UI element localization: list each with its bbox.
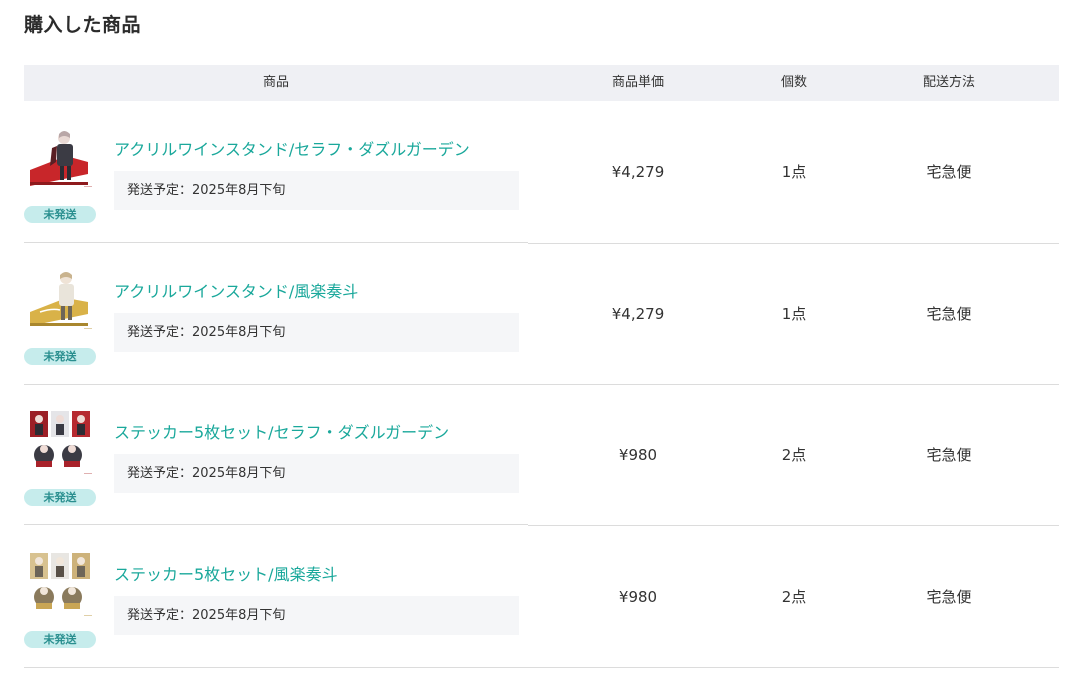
status-badge: 未発送 [24, 348, 96, 365]
row-divider [24, 667, 528, 668]
status-badge: 未発送 [24, 489, 96, 506]
row-divider [528, 525, 1059, 526]
row-divider [24, 524, 528, 525]
product-name-link[interactable]: アクリルワインスタンド/セラフ・ダズルガーデン [114, 136, 470, 160]
purchased-items-page: 購入した商品 商品 商品単価 個数 配送方法 未発送 アクリルワインスタンド/セ… [0, 0, 1069, 687]
product-name-link[interactable]: アクリルワインスタンド/風楽奏斗 [114, 278, 358, 302]
table-row: 未発送 ステッカー5枚セット/風楽奏斗 発送予定：2025年8月下旬 ¥980 … [24, 527, 1059, 668]
section-title: 購入した商品 [24, 14, 142, 36]
ship-schedule-text: 発送予定：2025年8月下旬 [127, 325, 286, 340]
sticker-set-red-thumbnail[interactable] [26, 409, 94, 477]
product-name-link[interactable]: ステッカー5枚セット/セラフ・ダズルガーデン [114, 419, 449, 443]
ship-schedule-text: 発送予定：2025年8月下旬 [127, 608, 286, 623]
acrylic-stand-red-thumbnail[interactable] [26, 126, 94, 194]
shipping-method: 宅急便 [926, 446, 972, 464]
row-divider [24, 242, 528, 243]
header-shipping-method: 配送方法 [922, 75, 975, 90]
quantity: 2点 [781, 446, 807, 464]
row-divider [528, 667, 1059, 668]
shipping-method: 宅急便 [926, 588, 972, 606]
acrylic-stand-gold-thumbnail[interactable] [26, 268, 94, 336]
ship-schedule-text: 発送予定：2025年8月下旬 [127, 183, 286, 198]
status-badge: 未発送 [24, 206, 96, 223]
table-row: 未発送 アクリルワインスタンド/風楽奏斗 発送予定：2025年8月下旬 ¥4,2… [24, 244, 1059, 385]
quantity: 1点 [781, 163, 807, 181]
ship-schedule-box: 発送予定：2025年8月下旬 [114, 171, 519, 210]
shipping-method: 宅急便 [926, 305, 972, 323]
table-row: 未発送 アクリルワインスタンド/セラフ・ダズルガーデン 発送予定：2025年8月… [24, 102, 1059, 244]
quantity: 2点 [781, 588, 807, 606]
table-row: 未発送 ステッカー5枚セット/セラフ・ダズルガーデン 発送予定：2025年8月下… [24, 385, 1059, 526]
ship-schedule-box: 発送予定：2025年8月下旬 [114, 454, 519, 493]
quantity: 1点 [781, 305, 807, 323]
shipping-method: 宅急便 [926, 163, 972, 181]
table-header: 商品 商品単価 個数 配送方法 [24, 65, 1059, 101]
product-name-link[interactable]: ステッカー5枚セット/風楽奏斗 [114, 561, 338, 585]
ship-schedule-box: 発送予定：2025年8月下旬 [114, 313, 519, 352]
header-quantity: 個数 [780, 75, 807, 90]
header-product: 商品 [262, 75, 289, 90]
status-badge: 未発送 [24, 631, 96, 648]
sticker-set-gold-thumbnail[interactable] [26, 551, 94, 619]
ship-schedule-box: 発送予定：2025年8月下旬 [114, 596, 519, 635]
ship-schedule-text: 発送予定：2025年8月下旬 [127, 466, 286, 481]
